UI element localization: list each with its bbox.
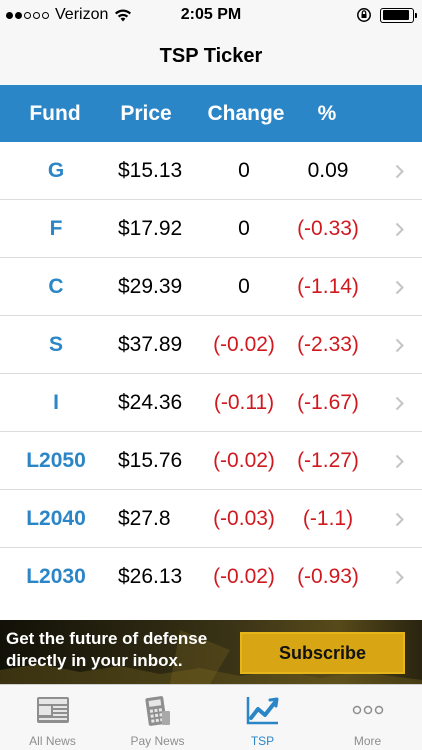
status-right bbox=[356, 7, 417, 23]
header-fund: Fund bbox=[29, 102, 81, 125]
fund-name: G bbox=[47, 159, 65, 182]
fund-list: G $15.13 0 0.09 F $17.92 0 (-0.33) C $29… bbox=[0, 142, 422, 606]
tab-label: More bbox=[353, 734, 382, 748]
table-row[interactable]: F $17.92 0 (-0.33) bbox=[0, 200, 422, 258]
header-price: Price bbox=[120, 102, 172, 125]
fund-price: $37.89 bbox=[118, 333, 183, 356]
table-row[interactable]: L2050 $15.76 (-0.02) (-1.27) bbox=[0, 432, 422, 490]
orientation-lock-icon bbox=[357, 8, 371, 22]
fund-percent: (-0.93) bbox=[297, 565, 359, 588]
table-row[interactable]: I $24.36 (-0.11) (-1.67) bbox=[0, 374, 422, 432]
chart-icon bbox=[246, 697, 278, 725]
ad-text: Get the future of defense directly in yo… bbox=[6, 628, 207, 672]
fund-percent: (-1.27) bbox=[297, 449, 359, 472]
more-dots-icon bbox=[352, 705, 383, 715]
fund-change: 0 bbox=[238, 275, 250, 298]
table-row[interactable]: C $29.39 0 (-1.14) bbox=[0, 258, 422, 316]
fund-percent: (-1.67) bbox=[297, 391, 359, 414]
ad-line-1: Get the future of defense bbox=[6, 629, 208, 648]
calculator-icon bbox=[144, 696, 170, 726]
fund-name: C bbox=[48, 275, 64, 298]
chevron-right-icon bbox=[395, 512, 404, 527]
fund-change: (-0.02) bbox=[213, 449, 275, 472]
chevron-right-icon bbox=[395, 222, 404, 237]
navigation-bar: TSP Ticker bbox=[0, 30, 422, 85]
fund-name: L2040 bbox=[26, 507, 86, 530]
tab-all-news[interactable]: All News bbox=[0, 685, 105, 750]
fund-change: (-0.02) bbox=[213, 565, 275, 588]
fund-change: (-0.02) bbox=[213, 333, 275, 356]
table-row[interactable]: G $15.13 0 0.09 bbox=[0, 142, 422, 200]
table-row[interactable]: S $37.89 (-0.02) (-2.33) bbox=[0, 316, 422, 374]
header-change: Change bbox=[207, 102, 285, 125]
chevron-right-icon bbox=[395, 454, 404, 469]
fund-price: $26.13 bbox=[118, 565, 183, 588]
header-percent: % bbox=[317, 102, 337, 125]
fund-percent: (-1.1) bbox=[302, 507, 354, 530]
tab-bar: All News Pay News TSP More bbox=[0, 684, 422, 750]
fund-percent: (-2.33) bbox=[297, 333, 359, 356]
fund-price: $29.39 bbox=[118, 275, 183, 298]
newspaper-icon bbox=[36, 697, 69, 723]
ad-banner[interactable]: Get the future of defense directly in yo… bbox=[0, 620, 422, 684]
page-title: TSP Ticker bbox=[159, 45, 263, 67]
fund-price: $15.76 bbox=[118, 449, 183, 472]
fund-name: L2050 bbox=[26, 449, 86, 472]
tab-label: Pay News bbox=[130, 734, 185, 748]
fund-price: $17.92 bbox=[118, 217, 183, 240]
fund-percent: (-0.33) bbox=[297, 217, 359, 240]
fund-percent: 0.09 bbox=[307, 159, 349, 182]
fund-percent: (-1.14) bbox=[297, 275, 359, 298]
ad-line-2: directly in your inbox. bbox=[6, 651, 183, 670]
chevron-right-icon bbox=[395, 164, 404, 179]
table-header: Fund Price Change % bbox=[0, 85, 422, 142]
table-row[interactable]: L2040 $27.8 (-0.03) (-1.1) bbox=[0, 490, 422, 548]
tab-label: TSP bbox=[250, 734, 275, 748]
chevron-right-icon bbox=[395, 570, 404, 585]
status-bar: Verizon 2:05 PM bbox=[0, 0, 422, 30]
fund-change: 0 bbox=[238, 159, 250, 182]
fund-price: $15.13 bbox=[118, 159, 183, 182]
fund-name: S bbox=[48, 333, 63, 356]
tab-label: All News bbox=[29, 734, 76, 748]
fund-change: (-0.11) bbox=[213, 391, 275, 414]
chevron-right-icon bbox=[395, 396, 404, 411]
subscribe-button[interactable]: Subscribe bbox=[240, 632, 405, 674]
fund-name: F bbox=[49, 217, 63, 240]
tab-more[interactable]: More bbox=[315, 685, 420, 750]
fund-name: I bbox=[53, 391, 59, 414]
fund-price: $24.36 bbox=[118, 391, 183, 414]
fund-name: L2030 bbox=[26, 565, 86, 588]
tab-tsp[interactable]: TSP bbox=[210, 685, 315, 750]
battery-icon bbox=[380, 7, 417, 23]
tab-pay-news[interactable]: Pay News bbox=[105, 685, 210, 750]
fund-change: 0 bbox=[238, 217, 250, 240]
chevron-right-icon bbox=[395, 338, 404, 353]
table-row[interactable]: L2030 $26.13 (-0.02) (-0.93) bbox=[0, 548, 422, 606]
fund-change: (-0.03) bbox=[213, 507, 275, 530]
chevron-right-icon bbox=[395, 280, 404, 295]
fund-price: $27.8 bbox=[118, 507, 171, 530]
